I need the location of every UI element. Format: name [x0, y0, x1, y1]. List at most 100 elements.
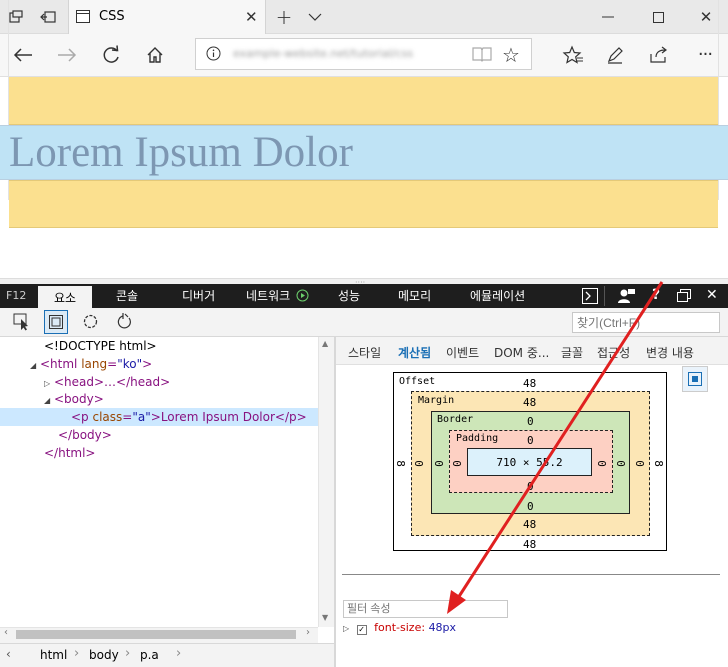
html-tag: <html: [39, 357, 78, 371]
margin-right: 0: [632, 460, 646, 467]
collapsed-triangle-icon[interactable]: ▷: [44, 379, 50, 388]
collapsed-triangle-icon[interactable]: ▷: [343, 624, 349, 633]
property-name: font-size:: [374, 621, 426, 634]
padding-right: 0: [594, 460, 608, 467]
tab-elements-label: 요소: [53, 291, 77, 305]
property-value: 48px: [428, 621, 457, 634]
tree-row-p[interactable]: <p class="a">Lorem Ipsum Dolor</p>: [71, 408, 307, 426]
feedback-icon[interactable]: [618, 288, 636, 307]
tab-fonts[interactable]: 글꼴: [561, 344, 583, 361]
tab-emulation[interactable]: 에뮬레이션: [470, 284, 525, 308]
margin-highlight-top: [9, 77, 718, 125]
breadcrumb-back-icon[interactable]: ‹: [6, 647, 11, 661]
tab-console-label: 콘솔: [116, 289, 139, 303]
tab-computed[interactable]: 계산됨: [398, 344, 431, 361]
tab-accessibility[interactable]: 접근성: [597, 344, 630, 361]
border-left: 0: [431, 460, 445, 467]
offset-right: 8: [651, 460, 665, 467]
margin-label: Margin: [418, 395, 455, 406]
scroll-up-icon[interactable]: ▲: [322, 339, 328, 348]
f12-label: F12: [6, 289, 27, 302]
tab-elements[interactable]: 요소: [38, 284, 92, 308]
record-play-icon[interactable]: [296, 289, 309, 302]
undock-icon[interactable]: [677, 289, 691, 305]
class-attr-value: "a": [132, 410, 151, 424]
tab-console[interactable]: 콘솔: [116, 284, 138, 308]
toolbar-separator: [604, 286, 605, 306]
padding-top: 0: [527, 434, 534, 447]
head-tag: <head>…</head>: [53, 375, 171, 389]
breadcrumb-body[interactable]: body: [89, 648, 119, 662]
padding-label: Padding: [456, 433, 499, 444]
breadcrumb-separator-icon: ›: [125, 646, 131, 661]
margin-left: 0: [411, 460, 425, 467]
border-right: 0: [613, 460, 627, 467]
tab-styles[interactable]: 스타일: [348, 344, 381, 361]
breadcrumb-html[interactable]: html: [40, 648, 67, 662]
color-picker-icon[interactable]: [82, 313, 99, 333]
tab-memory[interactable]: 메모리: [398, 284, 431, 308]
border-label: Border: [437, 414, 474, 425]
body-close-tag: </body>: [58, 428, 112, 442]
margin-top: 48: [523, 396, 537, 409]
margin-bottom: 48: [523, 518, 537, 531]
find-input[interactable]: [572, 312, 720, 333]
page-heading: Lorem Ipsum Dolor: [9, 129, 353, 176]
ruler-icon[interactable]: [115, 313, 133, 333]
select-element-icon[interactable]: [13, 313, 31, 334]
tree-row-head[interactable]: ▷ <head>…</head>: [44, 373, 170, 391]
expanded-triangle-icon[interactable]: ◢: [44, 396, 50, 405]
html-close-bracket: >: [142, 357, 153, 371]
tab-debugger-label: 디버거: [182, 289, 216, 303]
section-divider: [342, 574, 720, 575]
expanded-triangle-icon[interactable]: ◢: [30, 361, 36, 370]
box-model-toggle-icon[interactable]: [682, 366, 708, 392]
horizontal-scroll-thumb[interactable]: [16, 630, 296, 639]
content-size: 710 × 55.2: [496, 455, 563, 469]
tab-emulation-label: 에뮬레이션: [470, 289, 526, 303]
tab-debugger[interactable]: 디버거: [182, 284, 215, 308]
lang-attr-name: lang: [81, 357, 108, 371]
lang-attr-value: "ko": [117, 357, 143, 371]
offset-top: 48: [523, 377, 537, 390]
scroll-left-icon[interactable]: ‹: [4, 627, 8, 638]
tree-row-body-close[interactable]: </body>: [58, 426, 112, 444]
p-tag: <p: [71, 410, 89, 424]
pane-divider[interactable]: [334, 337, 336, 667]
breadcrumb-p-a[interactable]: p.a: [140, 648, 159, 662]
offset-left: 8: [393, 460, 407, 467]
body-open-tag: <body>: [53, 392, 104, 406]
offset-label: Offset: [399, 376, 436, 387]
tree-row-body[interactable]: ◢ <body>: [44, 390, 104, 408]
breadcrumb-separator-icon: ›: [176, 646, 182, 661]
filter-properties-input[interactable]: [343, 600, 508, 618]
p-content: >Lorem Ipsum Dolor</p>: [150, 410, 307, 424]
tree-vertical-scrollbar[interactable]: ▲ ▼: [318, 337, 334, 627]
html-close-tag: </html>: [44, 446, 96, 460]
tab-network[interactable]: 네트워크: [246, 284, 309, 308]
paragraph-highlight: Lorem Ipsum Dolor: [0, 125, 728, 180]
computed-property-row[interactable]: ▷ ✓ font-size: 48px: [343, 621, 456, 635]
tree-row-doctype[interactable]: <!DOCTYPE html>: [44, 337, 157, 355]
highlight-elements-icon[interactable]: [44, 310, 68, 334]
checkbox-icon[interactable]: ✓: [356, 625, 367, 635]
tab-dom-breakpoints[interactable]: DOM 중...: [494, 344, 549, 361]
padding-left: 0: [449, 460, 463, 467]
tree-row-html-close[interactable]: </html>: [44, 444, 96, 462]
class-attr-name: class: [92, 410, 123, 424]
padding-bottom: 0: [527, 480, 534, 493]
scroll-down-icon[interactable]: ▼: [322, 613, 328, 622]
tab-performance-label: 성능: [338, 289, 361, 303]
close-devtools-icon[interactable]: ✕: [706, 287, 718, 303]
tree-row-html[interactable]: ◢ <html lang="ko">: [30, 355, 152, 373]
tab-events[interactable]: 이벤트: [446, 344, 479, 361]
tab-network-label: 네트워크: [246, 289, 291, 303]
tab-performance[interactable]: 성능: [338, 284, 360, 308]
console-toggle-icon[interactable]: [582, 288, 598, 307]
doctype-text: <!DOCTYPE html>: [44, 339, 157, 353]
help-icon[interactable]: ?: [652, 287, 660, 303]
offset-bottom: 48: [523, 538, 537, 551]
tab-changes[interactable]: 변경 내용: [646, 344, 694, 361]
scroll-right-icon[interactable]: ›: [306, 627, 310, 638]
border-bottom: 0: [527, 500, 534, 513]
